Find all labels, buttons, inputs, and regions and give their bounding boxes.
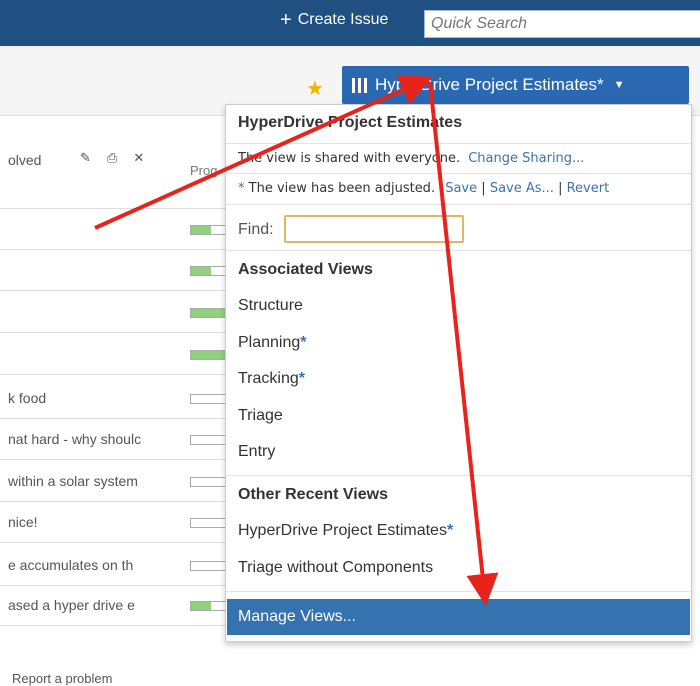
- views-dropdown: HyperDrive Project Estimates The view is…: [225, 104, 692, 642]
- caret-down-icon: ▼: [613, 79, 625, 91]
- edit-icon[interactable]: ✎: [80, 150, 91, 166]
- quick-search-input[interactable]: [424, 10, 700, 38]
- view-item[interactable]: Planning*: [238, 334, 307, 352]
- table-divider: [0, 208, 225, 209]
- resolved-column-label: olved: [8, 152, 42, 168]
- progress-fill: [191, 226, 212, 234]
- adjusted-text: The view has been adjusted.: [248, 181, 436, 196]
- issue-summary[interactable]: e accumulates on th: [8, 557, 178, 573]
- dropdown-title: HyperDrive Project Estimates: [238, 114, 463, 131]
- dropdown-divider: [226, 591, 691, 592]
- progress-bar: [190, 394, 226, 404]
- manage-views-item[interactable]: Manage Views...: [227, 599, 690, 635]
- view-item-label: Tracking: [238, 370, 299, 387]
- other-recent-views-header: Other Recent Views: [238, 486, 388, 503]
- view-selector-button[interactable]: HyperDrive Project Estimates* ▼: [342, 66, 689, 104]
- progress-bar: [190, 225, 226, 235]
- view-item[interactable]: HyperDrive Project Estimates*: [238, 522, 453, 540]
- progress-bar: [190, 561, 226, 571]
- table-tools: ✎ ⎙ ✕: [80, 150, 144, 166]
- view-selector-label: HyperDrive Project Estimates*: [375, 75, 604, 94]
- star-icon[interactable]: ★: [306, 76, 324, 101]
- modified-marker: *: [300, 333, 307, 351]
- table-divider: [0, 290, 225, 291]
- table-divider: [0, 459, 225, 460]
- sharing-status: The view is shared with everyone. Change…: [238, 151, 584, 166]
- table-divider: [0, 625, 225, 626]
- modified-marker: *: [446, 522, 454, 539]
- view-item-label: Structure: [238, 297, 303, 314]
- table-divider: [0, 501, 225, 502]
- columns-icon: [352, 77, 367, 93]
- progress-bar: [190, 350, 226, 360]
- view-item-label: Planning: [238, 333, 301, 351]
- find-view-input[interactable]: [284, 215, 464, 243]
- dropdown-divider: [226, 143, 691, 144]
- create-issue-button[interactable]: + Create Issue: [280, 9, 389, 31]
- view-item-label: Triage without Components: [238, 558, 434, 576]
- change-sharing-link[interactable]: Change Sharing...: [468, 151, 584, 166]
- progress-bar: [190, 518, 226, 528]
- view-item[interactable]: Triage without Components: [238, 559, 433, 577]
- modified-marker: *: [298, 370, 305, 387]
- view-item[interactable]: Tracking*: [238, 370, 305, 388]
- find-label: Find:: [238, 221, 274, 238]
- link-separator: |: [558, 181, 563, 196]
- progress-bar: [190, 477, 226, 487]
- table-divider: [0, 542, 225, 543]
- print-icon[interactable]: ⎙: [107, 150, 117, 166]
- sharing-text: The view is shared with everyone.: [238, 151, 461, 166]
- view-item-label: Triage: [238, 406, 283, 424]
- issue-summary[interactable]: ased a hyper drive e: [8, 597, 178, 613]
- table-divider: [0, 332, 225, 333]
- adjusted-star: *: [238, 181, 245, 196]
- issue-summary[interactable]: k food: [8, 390, 178, 406]
- progress-fill: [191, 267, 212, 275]
- save-as-link[interactable]: Save As...: [490, 181, 554, 196]
- table-divider: [0, 585, 225, 586]
- view-item[interactable]: Structure: [238, 297, 303, 315]
- progress-bar: [190, 435, 226, 445]
- top-navigation-bar: + Create Issue: [0, 0, 700, 46]
- issue-summary[interactable]: nat hard - why shoulc: [8, 431, 178, 447]
- view-item[interactable]: Entry: [238, 443, 275, 461]
- table-divider: [0, 249, 225, 250]
- adjusted-status: * The view has been adjusted. Save | Sav…: [238, 181, 609, 196]
- progress-fill: [191, 309, 225, 317]
- progress-fill: [191, 602, 212, 610]
- revert-link[interactable]: Revert: [567, 181, 610, 196]
- report-problem-link[interactable]: Report a problem: [12, 671, 112, 686]
- issue-summary[interactable]: within a solar system: [8, 473, 178, 489]
- dropdown-divider: [226, 173, 691, 174]
- link-separator: |: [481, 181, 486, 196]
- progress-bar: [190, 601, 226, 611]
- view-item-label: HyperDrive Project Estimates: [238, 522, 447, 539]
- progress-bar: [190, 308, 226, 318]
- dropdown-divider: [226, 204, 691, 205]
- dropdown-divider: [226, 475, 691, 476]
- save-link[interactable]: Save: [445, 181, 477, 196]
- table-divider: [0, 418, 225, 419]
- excel-icon[interactable]: ✕: [133, 150, 144, 166]
- progress-fill: [191, 351, 225, 359]
- dropdown-divider: [226, 250, 691, 251]
- table-divider: [0, 374, 225, 375]
- create-issue-label: Create Issue: [297, 11, 389, 28]
- plus-icon: +: [280, 9, 292, 31]
- progress-column-header[interactable]: Prog: [190, 163, 217, 178]
- view-item[interactable]: Triage: [238, 407, 283, 425]
- progress-bar: [190, 266, 226, 276]
- view-item-label: Entry: [238, 443, 276, 460]
- associated-views-header: Associated Views: [238, 261, 373, 278]
- issue-summary[interactable]: nice!: [8, 514, 178, 530]
